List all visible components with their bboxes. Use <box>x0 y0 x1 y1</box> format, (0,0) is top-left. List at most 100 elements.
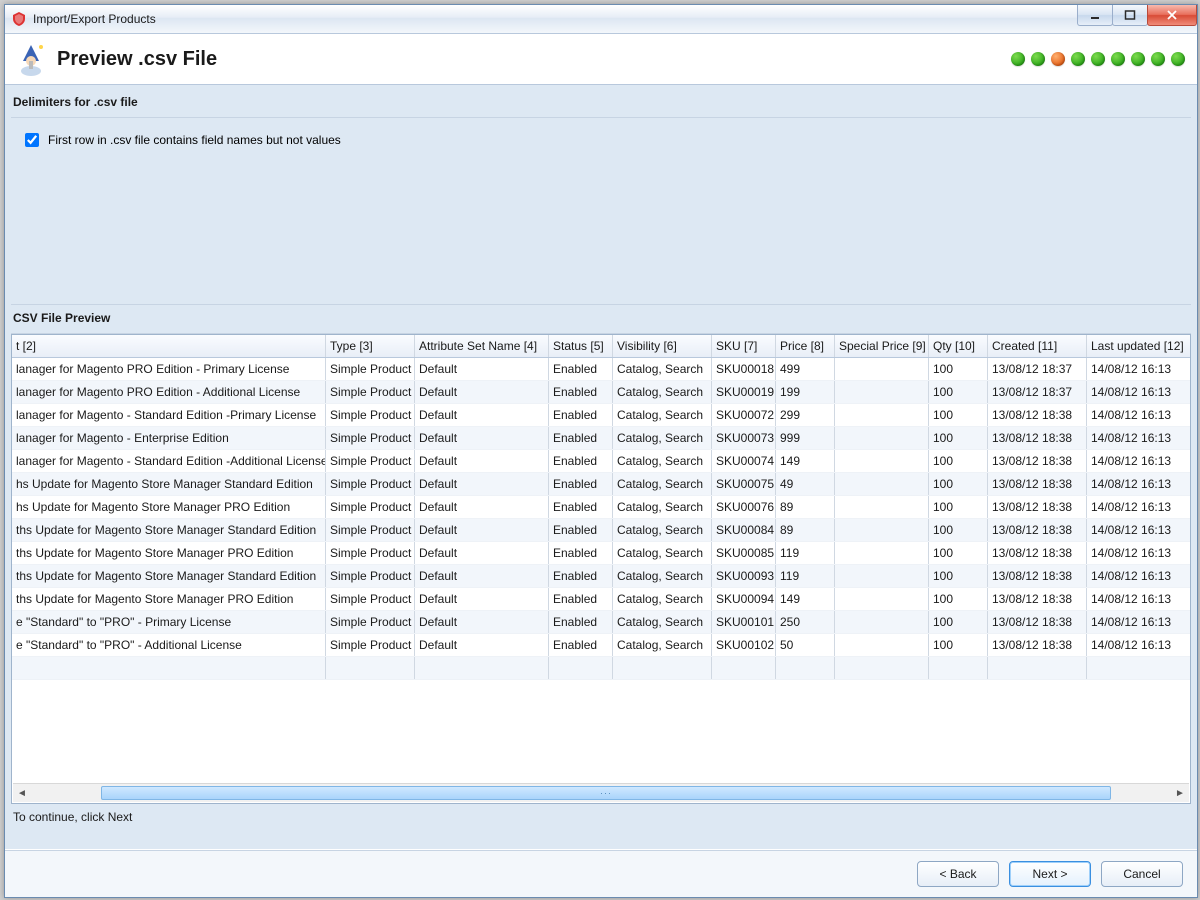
table-row[interactable]: ths Update for Magento Store Manager PRO… <box>12 588 1190 611</box>
minimize-button[interactable] <box>1077 5 1113 26</box>
table-cell: Simple Product <box>326 496 415 519</box>
table-cell: 119 <box>776 565 835 588</box>
table-cell: Enabled <box>549 450 613 473</box>
table-cell: Catalog, Search <box>613 634 712 657</box>
column-header[interactable]: Visibility [6] <box>613 335 712 358</box>
table-row[interactable]: e "Standard" to "PRO" - Primary LicenseS… <box>12 611 1190 634</box>
table-row[interactable]: hs Update for Magento Store Manager PRO … <box>12 496 1190 519</box>
table-cell: SKU00018 <box>712 358 776 381</box>
table-cell: hs Update for Magento Store Manager PRO … <box>12 496 326 519</box>
table-cell: 14/08/12 16:13 <box>1087 496 1191 519</box>
table-cell: SKU00084 <box>712 519 776 542</box>
table-cell: Default <box>415 542 549 565</box>
table-cell: 14/08/12 16:13 <box>1087 450 1191 473</box>
wizard-step-dot <box>1171 52 1185 66</box>
scroll-right-arrow-icon[interactable]: ► <box>1171 785 1189 801</box>
column-header[interactable]: Special Price [9] <box>835 335 929 358</box>
table-cell: Simple Product <box>326 565 415 588</box>
table-cell: Catalog, Search <box>613 427 712 450</box>
column-header[interactable]: Created [11] <box>988 335 1087 358</box>
table-cell <box>835 542 929 565</box>
table-cell: 13/08/12 18:38 <box>988 427 1087 450</box>
table-row[interactable]: lanager for Magento PRO Edition - Primar… <box>12 358 1190 381</box>
first-row-headers-checkbox[interactable]: First row in .csv file contains field na… <box>11 124 1191 150</box>
table-cell <box>835 565 929 588</box>
table-row[interactable]: ths Update for Magento Store Manager Sta… <box>12 565 1190 588</box>
table-cell: Simple Product <box>326 404 415 427</box>
column-header[interactable]: Last updated [12] <box>1087 335 1191 358</box>
scrollbar-track[interactable]: ··· <box>31 786 1171 800</box>
table-cell <box>835 588 929 611</box>
table-row[interactable]: ths Update for Magento Store Manager Sta… <box>12 519 1190 542</box>
table-row[interactable]: hs Update for Magento Store Manager Stan… <box>12 473 1190 496</box>
table-cell: 13/08/12 18:38 <box>988 588 1087 611</box>
column-header[interactable]: Qty [10] <box>929 335 988 358</box>
wizard-step-dot <box>1151 52 1165 66</box>
csv-preview-grid[interactable]: t [2]Type [3]Attribute Set Name [4]Statu… <box>11 334 1191 804</box>
table-row[interactable]: ths Update for Magento Store Manager PRO… <box>12 542 1190 565</box>
table-cell: Enabled <box>549 496 613 519</box>
table-cell: 89 <box>776 519 835 542</box>
column-header[interactable]: t [2] <box>12 335 326 358</box>
table-cell: SKU00076 <box>712 496 776 519</box>
table-cell: Default <box>415 450 549 473</box>
table-cell: 100 <box>929 496 988 519</box>
first-row-headers-input[interactable] <box>25 133 39 147</box>
table-row[interactable]: lanager for Magento - Enterprise Edition… <box>12 427 1190 450</box>
maximize-button[interactable] <box>1112 5 1148 26</box>
table-cell: 13/08/12 18:38 <box>988 542 1087 565</box>
table-cell: 149 <box>776 450 835 473</box>
wizard-step-dot <box>1091 52 1105 66</box>
table-cell <box>835 427 929 450</box>
window: Import/Export Products Preview .csv Fi <box>4 4 1198 898</box>
title-bar[interactable]: Import/Export Products <box>5 5 1197 34</box>
page-title: Preview .csv File <box>57 48 217 71</box>
table-cell: Simple Product <box>326 542 415 565</box>
table-cell: 13/08/12 18:37 <box>988 381 1087 404</box>
table-cell: Enabled <box>549 588 613 611</box>
table-cell: hs Update for Magento Store Manager Stan… <box>12 473 326 496</box>
table-cell: lanager for Magento - Standard Edition -… <box>12 404 326 427</box>
table-cell: 250 <box>776 611 835 634</box>
column-header[interactable]: Type [3] <box>326 335 415 358</box>
horizontal-scrollbar[interactable]: ◄ ··· ► <box>13 783 1189 802</box>
table-cell <box>835 381 929 404</box>
column-header[interactable]: Status [5] <box>549 335 613 358</box>
table-row[interactable]: lanager for Magento - Standard Edition -… <box>12 450 1190 473</box>
table-cell: Enabled <box>549 542 613 565</box>
column-header[interactable]: SKU [7] <box>712 335 776 358</box>
close-button[interactable] <box>1147 5 1197 26</box>
wizard-icon <box>17 41 45 77</box>
table-cell: SKU00102 <box>712 634 776 657</box>
back-button[interactable]: < Back <box>917 861 999 887</box>
table-cell <box>835 358 929 381</box>
table-cell: 14/08/12 16:13 <box>1087 358 1191 381</box>
table-cell: 89 <box>776 496 835 519</box>
scroll-left-arrow-icon[interactable]: ◄ <box>13 785 31 801</box>
table-cell: lanager for Magento - Enterprise Edition <box>12 427 326 450</box>
table-cell: Default <box>415 358 549 381</box>
table-cell: 13/08/12 18:38 <box>988 450 1087 473</box>
next-button[interactable]: Next > <box>1009 861 1091 887</box>
cancel-button[interactable]: Cancel <box>1101 861 1183 887</box>
scrollbar-thumb[interactable]: ··· <box>101 786 1111 800</box>
table-row[interactable]: lanager for Magento - Standard Edition -… <box>12 404 1190 427</box>
column-header[interactable]: Attribute Set Name [4] <box>415 335 549 358</box>
column-header[interactable]: Price [8] <box>776 335 835 358</box>
table-cell <box>835 519 929 542</box>
table-cell: Catalog, Search <box>613 542 712 565</box>
table-cell: Enabled <box>549 565 613 588</box>
table-cell: 100 <box>929 404 988 427</box>
table-cell: Simple Product <box>326 381 415 404</box>
table-row[interactable]: e "Standard" to "PRO" - Additional Licen… <box>12 634 1190 657</box>
table-cell: Simple Product <box>326 427 415 450</box>
table-cell: Enabled <box>549 634 613 657</box>
table-cell: SKU00093 <box>712 565 776 588</box>
table-cell: ths Update for Magento Store Manager PRO… <box>12 588 326 611</box>
wizard-step-dot <box>1031 52 1045 66</box>
table-cell: Default <box>415 519 549 542</box>
table-cell: 100 <box>929 427 988 450</box>
table-cell: ths Update for Magento Store Manager PRO… <box>12 542 326 565</box>
table-row[interactable]: lanager for Magento PRO Edition - Additi… <box>12 381 1190 404</box>
wizard-header: Preview .csv File <box>5 34 1197 85</box>
